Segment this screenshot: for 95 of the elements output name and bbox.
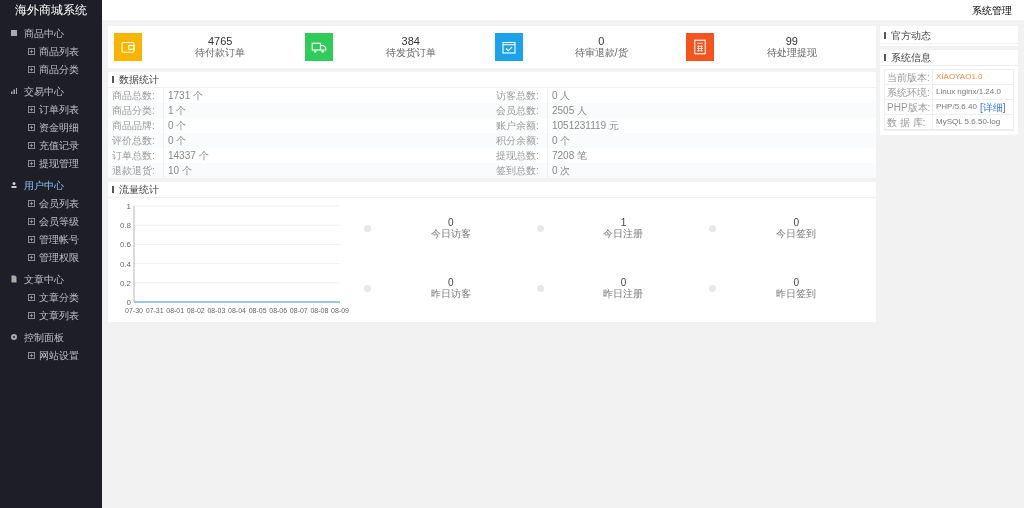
stat-value: 0 个 <box>167 134 187 148</box>
stat-value: 1731 个 <box>167 89 204 103</box>
plus-box-icon <box>28 293 35 301</box>
section-title: 流量统计 <box>119 183 159 197</box>
plus-box-icon <box>28 253 35 261</box>
user-icon <box>10 181 18 189</box>
stat-value: 1051231119 元 <box>551 119 619 133</box>
stat-value: 0 次 <box>551 164 571 178</box>
menu-item[interactable]: 网站设置 <box>39 347 79 363</box>
plus-box-icon <box>28 141 35 149</box>
stat-caption: 今日访客 <box>430 228 471 239</box>
menu-group[interactable]: 控制面板 <box>24 329 64 345</box>
menu-group[interactable]: 商品中心 <box>24 25 64 41</box>
card-value: 384 <box>401 35 420 47</box>
menu-group[interactable]: 文章中心 <box>24 271 64 287</box>
y-tick-label: 0.4 <box>119 259 131 269</box>
info-label: 数 据 库: <box>885 115 933 129</box>
info-label: 系统环境: <box>885 85 933 99</box>
card-value: 0 <box>598 35 605 47</box>
title-marker <box>884 54 886 61</box>
menu-item[interactable]: 文章列表 <box>39 307 79 323</box>
card-value: 4765 <box>208 35 233 47</box>
stat-label: 退款退货: <box>108 163 164 178</box>
card-label: 待发货订单 <box>385 47 436 59</box>
stat-value: 1 个 <box>167 104 187 118</box>
y-tick-label: 0.2 <box>119 278 131 288</box>
plus-box-icon <box>28 351 35 359</box>
info-value: MySQL 5.6.50-log <box>936 116 1001 128</box>
menu-item[interactable]: 资金明细 <box>39 119 79 135</box>
y-tick-label: 1 <box>126 202 131 211</box>
info-value: PHP/5.6.40 <box>936 101 977 113</box>
menu-item[interactable]: 提现管理 <box>39 155 79 171</box>
info-label: 当前版本: <box>885 70 933 84</box>
stat-label: 签到总数: <box>492 163 548 178</box>
card-label: 待付款订单 <box>195 47 246 59</box>
stat-caption: 昨日访客 <box>430 288 471 299</box>
plus-box-icon <box>28 65 35 73</box>
plus-box-icon <box>28 235 35 243</box>
stat-number: 0 <box>620 277 627 288</box>
stat-value: 10 个 <box>167 164 192 178</box>
stat-caption: 今日签到 <box>776 228 817 239</box>
menu-item[interactable]: 商品分类 <box>39 61 79 77</box>
y-tick-label: 0.8 <box>119 221 131 231</box>
stat-value: 7208 笔 <box>551 149 588 163</box>
stat-value: 0 个 <box>551 134 571 148</box>
stat-number: 0 <box>793 217 799 228</box>
details-link[interactable]: [详细] <box>979 99 1006 115</box>
stat-value: 0 人 <box>551 89 571 103</box>
box-icon <box>10 29 18 37</box>
menu-item[interactable]: 会员等级 <box>39 213 79 229</box>
info-label: PHP版本: <box>885 100 933 114</box>
plus-box-icon <box>28 311 35 319</box>
y-tick-label: 0.6 <box>119 240 131 250</box>
card-label: 待处理提现 <box>766 47 817 59</box>
menu-item[interactable]: 商品列表 <box>39 43 79 59</box>
stat-value: 14337 个 <box>167 149 209 163</box>
title-marker <box>884 32 886 39</box>
menu-item[interactable]: 管理权限 <box>39 249 79 265</box>
section-title: 系统信息 <box>891 51 931 65</box>
section-title: 数据统计 <box>119 73 159 87</box>
document-icon <box>10 275 18 283</box>
stat-value: 2505 人 <box>551 104 588 118</box>
menu-item[interactable]: 管理帐号 <box>39 231 79 247</box>
plus-box-icon <box>28 159 35 167</box>
header-link[interactable]: 系统管理 <box>972 2 1012 18</box>
menu-group[interactable]: 用户中心 <box>24 177 64 193</box>
menu-group[interactable]: 交易中心 <box>24 83 64 99</box>
plus-box-icon <box>28 123 35 131</box>
stat-number: 0 <box>448 277 454 288</box>
stat-number: 0 <box>793 277 799 288</box>
title-marker <box>112 76 114 83</box>
menu-item[interactable]: 订单列表 <box>39 101 79 117</box>
stat-caption: 昨日注册 <box>603 288 644 299</box>
stat-number: 1 <box>620 217 627 228</box>
y-tick-label: 0 <box>126 298 131 307</box>
stat-value: 0 个 <box>167 119 187 133</box>
info-value: XIAOYAO1.0 <box>936 71 983 83</box>
info-value: Linux nginx/1.24.0 <box>936 86 1001 98</box>
plus-box-icon <box>28 105 35 113</box>
menu-item[interactable]: 充值记录 <box>39 137 79 153</box>
stat-caption: 今日注册 <box>603 228 644 239</box>
card-value: 99 <box>785 35 798 47</box>
stat-number: 0 <box>448 217 454 228</box>
menu-item[interactable]: 文章分类 <box>39 289 79 305</box>
plus-box-icon <box>28 199 35 207</box>
plus-box-icon <box>28 47 35 55</box>
section-title: 官方动态 <box>891 29 931 43</box>
card-label: 待审退款/货 <box>574 47 628 59</box>
settings-icon <box>10 333 18 341</box>
app-title: 海外商城系统 <box>14 2 88 19</box>
bar-chart-icon <box>10 87 18 95</box>
title-marker <box>112 186 114 193</box>
menu-item[interactable]: 会员列表 <box>39 195 79 211</box>
plus-box-icon <box>28 217 35 225</box>
stat-caption: 昨日签到 <box>776 288 817 299</box>
